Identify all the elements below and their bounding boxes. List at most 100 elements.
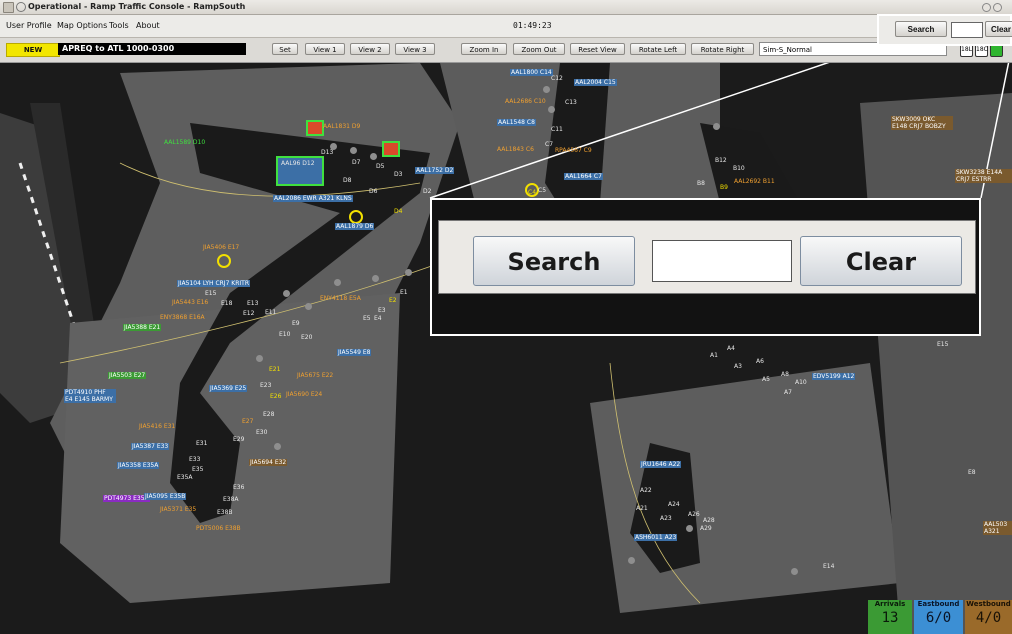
gate-label: E2 [389, 297, 397, 304]
flight-tag[interactable]: JIA5406 E17 [203, 244, 239, 251]
flight-tag[interactable]: SKW3009 OKC E148 CRJ7 BOBZY [891, 116, 953, 130]
flight-tag[interactable]: JIA5388 E21 [123, 324, 162, 331]
zoom-out-button[interactable]: Zoom Out [513, 43, 565, 55]
menu-user-profile[interactable]: User Profile [6, 21, 52, 30]
zoom-in-button[interactable]: Zoom In [461, 43, 507, 55]
gate-label: A21 [636, 505, 648, 512]
flight-tag[interactable]: JIA5104 LYH CRJ7 KRITR [177, 280, 251, 287]
rotate-left-button[interactable]: Rotate Left [630, 43, 686, 55]
aircraft-ring-marker[interactable] [349, 210, 363, 224]
gate-stand [350, 147, 357, 154]
gate-label: D3 [394, 171, 403, 178]
flight-tag[interactable]: AAL503 A321 [983, 521, 1012, 535]
gate-label: A4 [727, 345, 735, 352]
selected-aircraft-marker[interactable] [306, 120, 324, 136]
flight-tag[interactable]: AAL2692 B11 [734, 178, 775, 185]
flight-tag[interactable]: EDV5199 A12 [812, 373, 856, 380]
flight-tag[interactable]: JIA5095 E35B [144, 493, 187, 500]
gate-stand [334, 279, 341, 286]
gate-label: E38B [217, 509, 233, 516]
gate-label: D2 [423, 188, 432, 195]
gate-label: C7 [545, 141, 554, 148]
flight-tag[interactable]: AAL96 D12 [281, 160, 315, 167]
gate-label: E15 [937, 341, 949, 348]
gate-label: E27 [242, 418, 254, 425]
menu-map-options[interactable]: Map Options [57, 21, 107, 30]
flight-tag[interactable]: SKW3238 E14A CRJ7 ESTRR [955, 169, 1012, 183]
gate-label: A5 [762, 376, 770, 383]
eastbound-counter[interactable]: Eastbound 6/0 [914, 600, 963, 634]
zoomed-search-button[interactable]: Search [473, 236, 635, 286]
gate-label: A10 [795, 379, 807, 386]
flight-tag[interactable]: JRU1646 A22 [640, 461, 682, 468]
gate-stand [791, 568, 798, 575]
menu-tools[interactable]: Tools [109, 21, 129, 30]
rotate-right-button[interactable]: Rotate Right [691, 43, 754, 55]
gate-stand [283, 290, 290, 297]
flight-tag[interactable]: AAL1843 C6 [497, 146, 534, 153]
window-menu-icon[interactable] [16, 2, 26, 12]
flight-tag[interactable]: PDT4973 E35B [103, 495, 150, 502]
flight-tag[interactable]: JIA5690 E24 [286, 391, 322, 398]
gate-label: D8 [343, 177, 352, 184]
flight-tag[interactable]: AAL1548 C8 [497, 119, 536, 126]
search-input[interactable] [951, 22, 983, 38]
flight-tag[interactable]: AAL1664 C7 [564, 173, 603, 180]
gate-label: A1 [710, 352, 718, 359]
westbound-count: 4/0 [975, 610, 1002, 626]
flight-tag[interactable]: JIA5675 E22 [297, 372, 333, 379]
flight-tag[interactable]: JIA5371 E35 [160, 506, 196, 513]
flight-tag[interactable]: PDT4910 PHF E4 E145 BARMY [64, 389, 116, 403]
selected-aircraft-marker[interactable] [382, 141, 400, 157]
flight-tag[interactable]: AAL1752 D2 [415, 167, 455, 174]
flight-tag[interactable]: JIA5369 E25 [209, 385, 248, 392]
zoomed-search-input[interactable] [652, 240, 792, 282]
gate-label: C13 [565, 99, 577, 106]
view2-button[interactable]: View 2 [350, 43, 390, 55]
flight-tag[interactable]: ASH6011 A23 [634, 534, 678, 541]
gate-stand [543, 86, 550, 93]
flight-tag[interactable]: AAL1831 D9 [323, 123, 360, 130]
zoomed-clear-button[interactable]: Clear [800, 236, 962, 286]
gate-label: C11 [551, 126, 563, 133]
flight-tag[interactable]: AAL1879 D6 [335, 223, 375, 230]
gate-stand [305, 303, 312, 310]
flight-tag[interactable]: AAL2004 C15 [574, 79, 617, 86]
clear-button[interactable]: Clear [985, 21, 1012, 37]
arrivals-counter[interactable]: Arrivals 13 [868, 600, 912, 634]
gate-label: E28 [263, 411, 275, 418]
search-button[interactable]: Search [895, 21, 947, 37]
flight-tag[interactable]: JIA5503 E27 [108, 372, 147, 379]
aircraft-ring-marker[interactable] [217, 254, 231, 268]
maximize-icon[interactable] [993, 3, 1002, 12]
gate-label: A22 [640, 487, 652, 494]
flight-tag[interactable]: PDT5006 E38B [196, 525, 241, 532]
flight-tag[interactable]: JIA5387 E33 [131, 443, 170, 450]
flight-tag[interactable]: ENY4118 E5A [320, 295, 361, 302]
search-callout: Search Clear [877, 14, 1012, 46]
gate-label: E23 [260, 382, 272, 389]
view1-button[interactable]: View 1 [305, 43, 345, 55]
flight-tag[interactable]: AAL2686 C10 [505, 98, 546, 105]
gate-label: A23 [660, 515, 672, 522]
new-button[interactable]: NEW [6, 43, 60, 57]
view3-button[interactable]: View 3 [395, 43, 435, 55]
flight-tag[interactable]: JIA5358 E35A [117, 462, 160, 469]
set-button[interactable]: Set [272, 43, 298, 55]
flight-tag[interactable]: JIA5694 E32 [249, 459, 288, 466]
menu-about[interactable]: About [136, 21, 160, 30]
westbound-counter[interactable]: Westbound 4/0 [965, 600, 1012, 634]
flight-tag[interactable]: AAL1800 C14 [510, 69, 553, 76]
flight-tag[interactable]: JIA5549 E8 [337, 349, 372, 356]
airport-map[interactable]: AAL1589 D10 AAL1831 D9 AAL96 D12 AAL2086… [0, 63, 1012, 634]
gate-label: E20 [301, 334, 313, 341]
flight-tag[interactable]: ENY3868 E16A [160, 314, 205, 321]
flight-tag[interactable]: AAL2086 EWR A321 KLNS [273, 195, 353, 202]
flight-tag[interactable]: JIA5443 E16 [172, 299, 208, 306]
window-title: Operational - Ramp Traffic Console - Ram… [28, 2, 246, 11]
reset-view-button[interactable]: Reset View [570, 43, 625, 55]
flight-tag[interactable]: AAL1589 D10 [164, 139, 205, 146]
flight-tag[interactable]: RPA4567 C9 [555, 147, 592, 154]
minimize-icon[interactable] [982, 3, 991, 12]
flight-tag[interactable]: JIA5416 E31 [139, 423, 175, 430]
